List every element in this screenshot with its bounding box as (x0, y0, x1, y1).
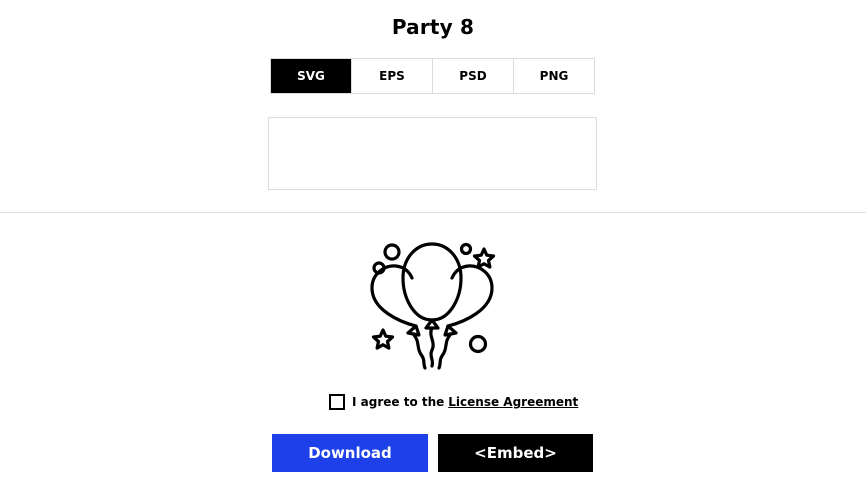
agree-checkbox[interactable] (329, 394, 345, 410)
code-preview-box (268, 117, 597, 190)
format-tabs: SVG EPS PSD PNG (270, 58, 595, 94)
tab-eps[interactable]: EPS (352, 59, 433, 93)
download-page: Party 8 SVG EPS PSD PNG I agree to the L… (0, 0, 866, 484)
download-button[interactable]: Download (272, 434, 428, 472)
license-agreement-row: I agree to the License Agreement (329, 392, 578, 412)
tab-psd[interactable]: PSD (433, 59, 514, 93)
tab-svg[interactable]: SVG (271, 59, 352, 93)
party-balloons-icon (362, 238, 502, 370)
embed-button[interactable]: <Embed> (438, 434, 593, 472)
tab-png[interactable]: PNG (514, 59, 594, 93)
divider (0, 212, 866, 213)
agree-label: I agree to the (352, 395, 445, 409)
license-agreement-link[interactable]: License Agreement (448, 395, 578, 409)
page-title: Party 8 (391, 15, 475, 39)
